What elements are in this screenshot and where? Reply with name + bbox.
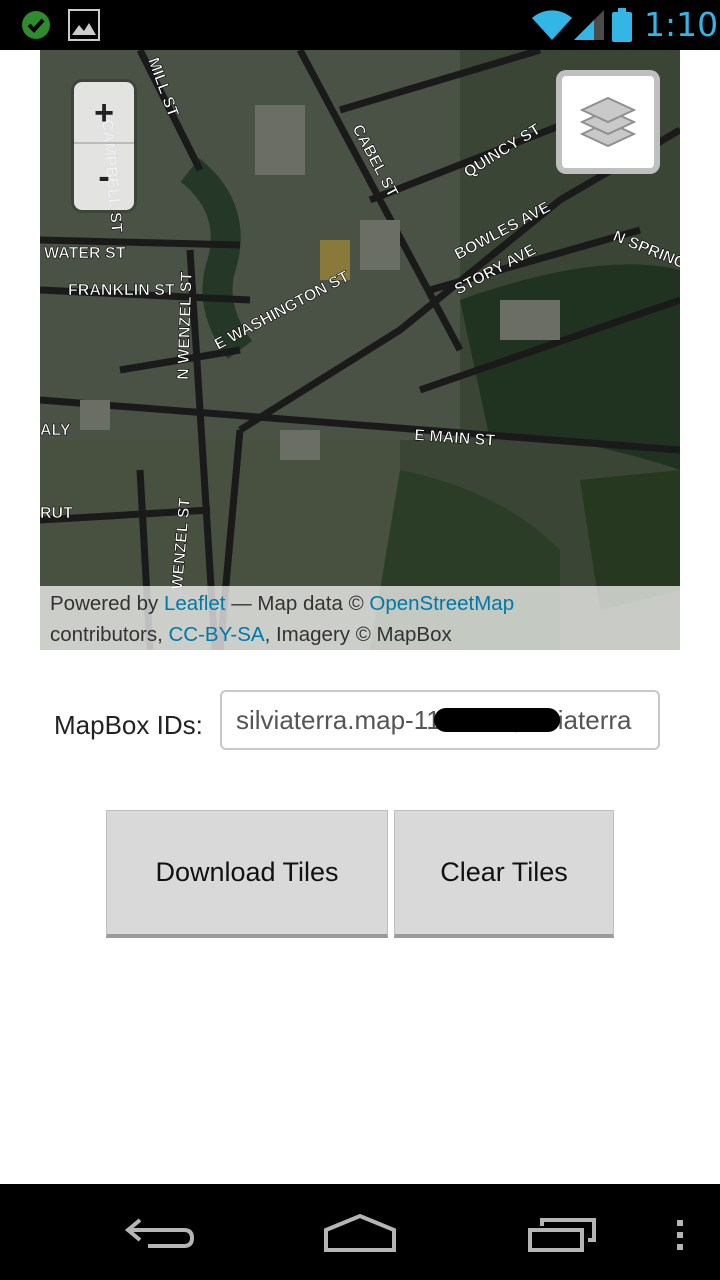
image-icon: [68, 9, 100, 41]
street-label-aly: ALY: [40, 422, 71, 439]
check-circle-icon: [22, 11, 50, 39]
attribution-contributors: contributors,: [50, 623, 169, 646]
attribution-map-data: — Map data ©: [225, 592, 370, 615]
menu-icon[interactable]: [674, 1218, 686, 1252]
attribution-imagery: , Imagery © MapBox: [264, 623, 452, 646]
layers-icon: [580, 96, 636, 148]
zoom-out-button[interactable]: -: [74, 146, 134, 208]
app-content: MILL ST CAMPBELL ST CABEL ST QUINCY ST W…: [0, 50, 720, 1184]
street-label-franklin: FRANKLIN ST: [68, 282, 175, 299]
navigation-bar: [0, 1184, 720, 1280]
map-view[interactable]: MILL ST CAMPBELL ST CABEL ST QUINCY ST W…: [40, 50, 680, 650]
battery-icon: [612, 8, 632, 42]
cc-by-sa-link[interactable]: CC-BY-SA: [169, 623, 265, 646]
street-label-rut: RUT: [40, 505, 73, 522]
map-attribution: Powered by Leaflet — Map data © OpenStre…: [40, 586, 680, 650]
wifi-icon: [532, 10, 572, 40]
mapbox-ids-label: MapBox IDs:: [54, 710, 203, 740]
back-icon[interactable]: [124, 1216, 196, 1252]
signal-icon: [574, 10, 604, 40]
status-time: 1:10: [644, 5, 719, 44]
download-tiles-button[interactable]: Download Tiles: [106, 810, 388, 938]
home-icon[interactable]: [322, 1212, 398, 1254]
layers-button[interactable]: [556, 70, 660, 174]
leaflet-link[interactable]: Leaflet: [164, 592, 226, 615]
attribution-powered-by: Powered by: [50, 592, 164, 615]
mapbox-ids-row: MapBox IDs: silviaterra.map-1167307,silv…: [54, 690, 664, 750]
zoom-control: + -: [74, 82, 134, 210]
recent-apps-icon[interactable]: [526, 1214, 598, 1254]
openstreetmap-link[interactable]: OpenStreetMap: [369, 592, 514, 615]
clear-tiles-button[interactable]: Clear Tiles: [394, 810, 614, 938]
street-label-water: WATER ST: [44, 245, 126, 262]
zoom-in-button[interactable]: +: [74, 82, 134, 144]
redaction-mark: [434, 708, 560, 732]
status-bar: 1:10: [0, 0, 720, 50]
